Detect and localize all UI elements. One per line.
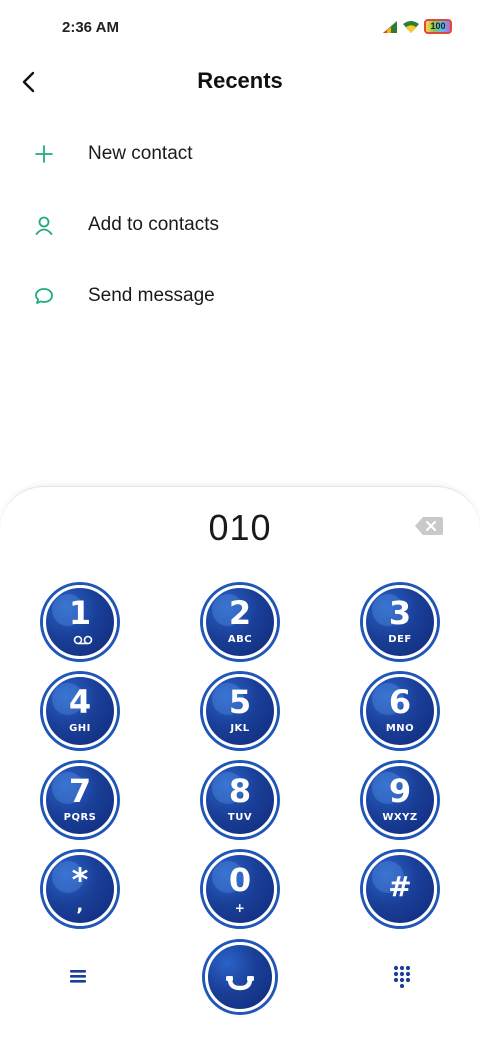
header: Recents	[0, 56, 480, 108]
key-letters: DEF	[388, 634, 412, 645]
key-letters: TUV	[227, 812, 253, 823]
key-1[interactable]: 1	[43, 585, 117, 659]
key-digit: 1	[68, 594, 92, 632]
key-letters: ,	[76, 895, 84, 916]
page-title: Recents	[197, 68, 283, 93]
key-letters: +	[234, 901, 246, 915]
key-star[interactable]: * ,	[43, 852, 117, 926]
menu-button[interactable]	[56, 954, 100, 998]
key-digit: 7	[68, 772, 92, 810]
key-letters: ABC	[227, 634, 253, 645]
plus-icon	[32, 142, 56, 166]
status-bar: 2:36 AM 100	[0, 0, 480, 56]
key-digit: *	[71, 861, 89, 899]
key-hash[interactable]: #	[363, 852, 437, 926]
add-to-contacts-label: Add to contacts	[88, 213, 219, 235]
key-letters: JKL	[230, 723, 250, 734]
key-digit: 8	[228, 772, 252, 810]
key-9[interactable]: 9 WXYZ	[363, 763, 437, 837]
key-2[interactable]: 2 ABC	[203, 585, 277, 659]
new-contact-item[interactable]: New contact	[0, 118, 480, 189]
key-digit: 2	[228, 594, 252, 632]
menu-icon	[70, 970, 86, 983]
cellular-signal-icon	[383, 20, 397, 33]
send-message-item[interactable]: Send message	[0, 260, 480, 331]
dialed-number: 010	[208, 507, 272, 548]
status-icons: 100	[382, 19, 452, 34]
battery-icon: 100	[424, 19, 452, 34]
key-7[interactable]: 7 PQRS	[43, 763, 117, 837]
backspace-icon	[415, 517, 443, 535]
key-digit: 0	[228, 861, 252, 899]
key-4[interactable]: 4 GHI	[43, 674, 117, 748]
phone-icon	[226, 976, 254, 991]
dialpad-icon	[393, 965, 411, 988]
add-to-contacts-item[interactable]: Add to contacts	[0, 189, 480, 260]
key-digit: 3	[388, 594, 412, 632]
call-button[interactable]	[205, 942, 275, 1012]
key-digit: #	[388, 870, 412, 903]
key-6[interactable]: 6 MNO	[363, 674, 437, 748]
key-0[interactable]: 0 +	[203, 852, 277, 926]
key-3[interactable]: 3 DEF	[363, 585, 437, 659]
key-digit: 4	[68, 683, 92, 721]
chat-bubble-icon	[32, 284, 56, 308]
key-digit: 9	[388, 772, 412, 810]
key-letters: PQRS	[63, 812, 97, 823]
new-contact-label: New contact	[88, 142, 193, 164]
send-message-label: Send message	[88, 284, 215, 306]
keypad-toggle-button[interactable]	[380, 954, 424, 998]
key-letters: WXYZ	[382, 812, 418, 823]
key-8[interactable]: 8 TUV	[203, 763, 277, 837]
backspace-button[interactable]	[414, 515, 444, 537]
key-digit: 5	[228, 683, 252, 721]
person-icon	[32, 213, 56, 237]
key-digit: 6	[388, 683, 412, 721]
key-5[interactable]: 5 JKL	[203, 674, 277, 748]
status-time: 2:36 AM	[62, 19, 119, 36]
wifi-icon	[403, 20, 419, 33]
voicemail-icon	[73, 635, 93, 645]
battery-level: 100	[430, 21, 446, 31]
key-letters: GHI	[69, 723, 91, 734]
key-letters: MNO	[385, 723, 415, 734]
recents-actions: New contact Add to contacts Send message	[0, 118, 480, 331]
